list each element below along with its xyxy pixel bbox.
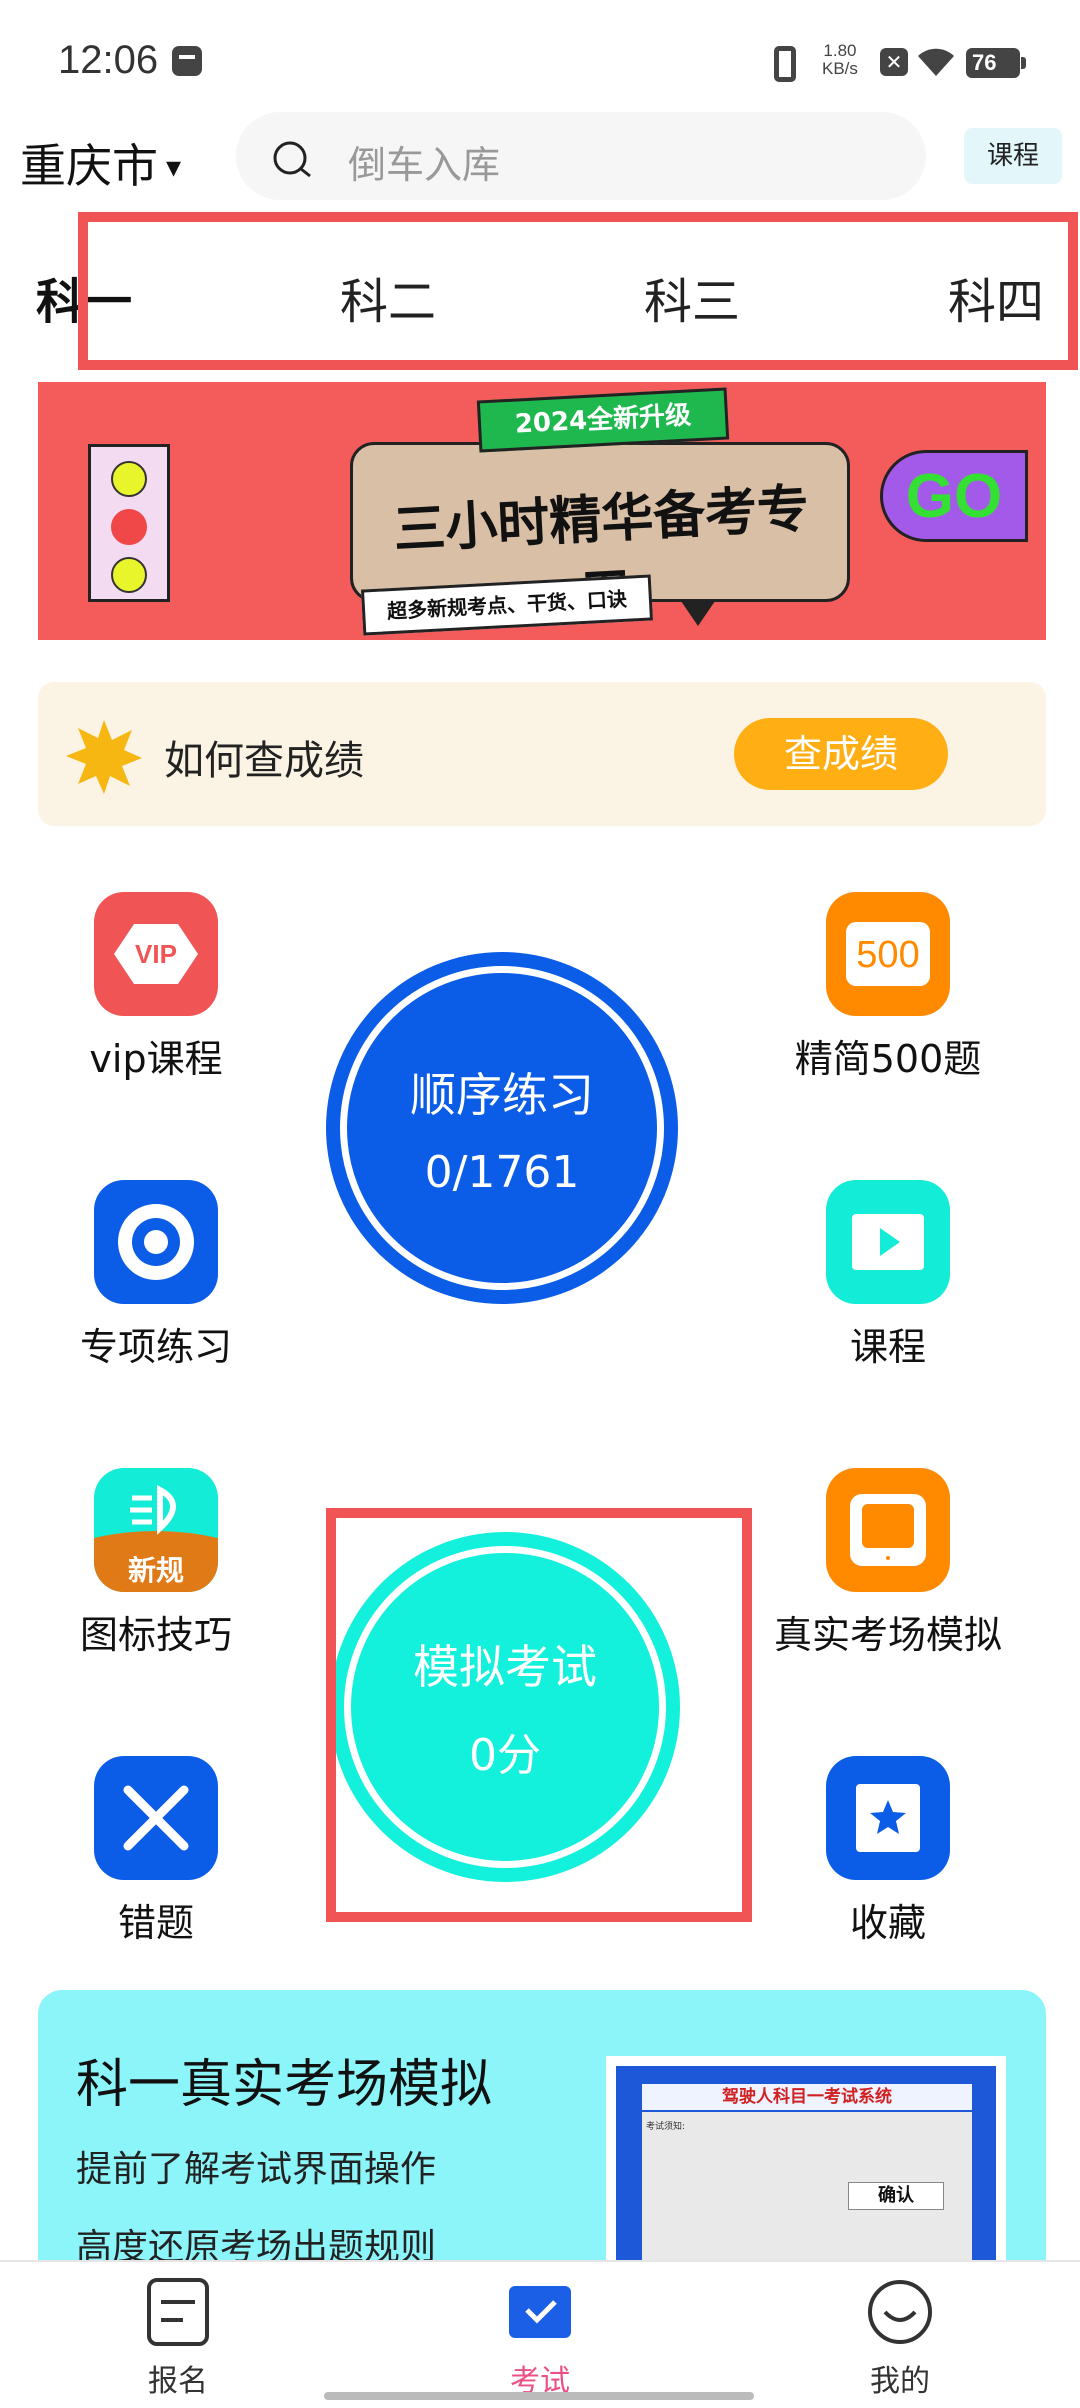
nav-label-profile: 我的 bbox=[870, 2364, 930, 2399]
search-placeholder: 倒车入库 bbox=[348, 143, 501, 187]
course-button[interactable]: 课程 bbox=[964, 128, 1062, 184]
promo-line-1: 提前了解考试界面操作 bbox=[76, 2149, 437, 2190]
grid-label-vip: vip课程 bbox=[89, 1037, 223, 1081]
notification-icon bbox=[172, 46, 202, 76]
document-icon bbox=[147, 2278, 209, 2346]
bottom-nav: 报名 考试 我的 bbox=[0, 2260, 1080, 2408]
sun-icon bbox=[66, 720, 142, 794]
wifi-icon bbox=[918, 48, 954, 76]
practice-ring bbox=[340, 966, 664, 1290]
star-icon bbox=[826, 1756, 950, 1880]
city-label: 重庆市 bbox=[20, 139, 158, 193]
500-icon: 500 bbox=[826, 892, 950, 1016]
play-video-icon bbox=[826, 1180, 950, 1304]
grid-item-shoucang[interactable]: 收藏 bbox=[768, 1756, 1008, 1947]
smile-icon bbox=[868, 2280, 932, 2344]
vip-icon-text: VIP bbox=[135, 939, 177, 969]
home-indicator[interactable] bbox=[324, 2392, 754, 2400]
grid-label-shoucang: 收藏 bbox=[849, 1901, 926, 1945]
500-icon-text: 500 bbox=[856, 934, 919, 976]
chevron-down-icon: ▾ bbox=[166, 149, 182, 185]
exam-check-icon bbox=[509, 2286, 571, 2338]
highlight-box-mock-exam bbox=[326, 1508, 752, 1922]
highlight-box-tabs bbox=[78, 212, 1078, 370]
nav-item-signup[interactable]: 报名 bbox=[88, 2276, 268, 2400]
score-help-text: 如何查成绩 bbox=[164, 738, 364, 784]
grid-item-zhuanxiang[interactable]: 专项练习 bbox=[36, 1180, 276, 1371]
check-score-button[interactable]: 查成绩 bbox=[734, 718, 948, 790]
network-speed-unit: KB/s bbox=[822, 59, 858, 78]
exam-screenshot-body: 考试须知: 确认 bbox=[642, 2112, 972, 2282]
exam-screenshot-header: 驾驶人科目一考试系统 bbox=[642, 2084, 972, 2110]
nav-item-profile[interactable]: 我的 bbox=[810, 2276, 990, 2400]
go-button[interactable]: GO bbox=[880, 450, 1028, 542]
promo-title: 科一真实考场模拟 bbox=[76, 2055, 493, 2115]
traffic-light-red bbox=[111, 509, 147, 545]
vip-icon: VIP bbox=[94, 892, 218, 1016]
battery-icon: 76 bbox=[966, 48, 1026, 78]
close-icon bbox=[94, 1756, 218, 1880]
grid-item-cuoti[interactable]: 错题 bbox=[36, 1756, 276, 1947]
nav-label-signup: 报名 bbox=[148, 2364, 208, 2399]
headlight-icon-text: 新规 bbox=[128, 1554, 184, 1587]
status-bar: 12:06 1.80 KB/s ✕ 76 bbox=[0, 0, 1080, 110]
grid-label-cuoti: 错题 bbox=[117, 1901, 194, 1945]
traffic-light-yellow bbox=[111, 461, 147, 497]
search-icon bbox=[273, 141, 311, 178]
monitor-icon bbox=[826, 1468, 950, 1592]
promo-banner[interactable]: 三小时精华备考专用 2024全新升级 超多新规考点、干货、口诀 GO bbox=[38, 382, 1046, 640]
network-speed-value: 1.80 bbox=[823, 41, 857, 60]
vibrate-icon bbox=[774, 46, 796, 82]
grid-item-jianjing[interactable]: 500 精简500题 bbox=[768, 892, 1008, 1083]
traffic-light-icon bbox=[88, 444, 170, 602]
sequential-practice-button[interactable]: 顺序练习 0/1761 bbox=[326, 952, 678, 1304]
grid-item-vip[interactable]: VIP vip课程 bbox=[36, 892, 276, 1083]
headlight-icon: 新规 bbox=[94, 1468, 218, 1592]
search-input[interactable]: 倒车入库 bbox=[236, 112, 926, 200]
grid-label-zhenshi: 真实考场模拟 bbox=[773, 1613, 1002, 1657]
sim-off-icon: ✕ bbox=[880, 48, 908, 76]
traffic-light-yellow-2 bbox=[111, 557, 147, 593]
grid-label-jianjing: 精简500题 bbox=[794, 1037, 982, 1081]
exam-notes-title: 考试须知: bbox=[646, 2122, 686, 2132]
grid-label-tubiao: 图标技巧 bbox=[79, 1613, 232, 1657]
city-selector[interactable]: 重庆市 ▾ bbox=[20, 130, 181, 196]
score-card: 如何查成绩 查成绩 bbox=[38, 682, 1046, 826]
grid-item-zhenshi[interactable]: 真实考场模拟 bbox=[768, 1468, 1008, 1659]
grid-item-kecheng[interactable]: 课程 bbox=[768, 1180, 1008, 1371]
nav-item-exam[interactable]: 考试 bbox=[450, 2276, 630, 2400]
network-speed: 1.80 KB/s bbox=[822, 42, 858, 78]
grid-item-tubiao[interactable]: 新规 图标技巧 bbox=[36, 1468, 276, 1659]
target-icon bbox=[94, 1180, 218, 1304]
status-time: 12:06 bbox=[58, 38, 159, 82]
exam-confirm-label: 确认 bbox=[848, 2182, 944, 2210]
grid-label-kecheng: 课程 bbox=[849, 1325, 926, 1369]
grid-label-zhuanxiang: 专项练习 bbox=[79, 1325, 232, 1369]
